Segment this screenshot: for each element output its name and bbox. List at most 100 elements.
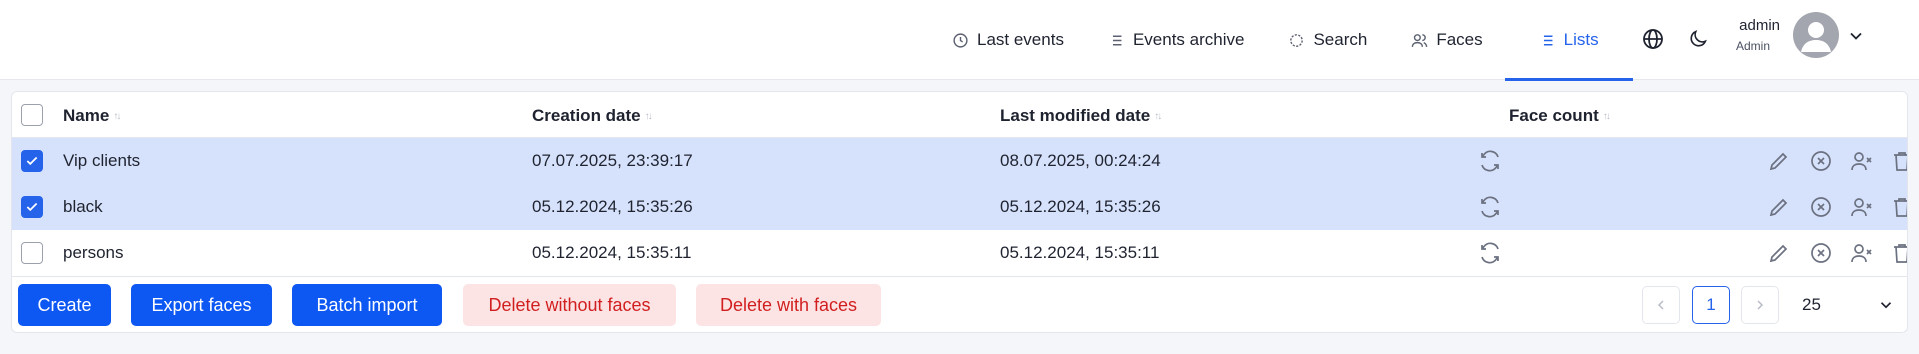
chevron-down-icon: [1880, 302, 1892, 309]
chevron-right-icon: [1757, 300, 1764, 310]
users-icon: [1412, 33, 1428, 47]
pencil-icon: [1769, 198, 1788, 217]
sort-icon: ↑↓: [113, 110, 121, 122]
sort-icon: ↑↓: [644, 110, 653, 122]
column-creation-date[interactable]: Creation date ↑↓: [532, 106, 653, 126]
sort-icon: ↑↓: [1602, 110, 1611, 122]
refresh-count-button[interactable]: [1478, 195, 1502, 219]
refresh-count-button[interactable]: [1478, 149, 1502, 173]
export-faces-button[interactable]: Export faces: [131, 284, 272, 326]
main-nav: Last events Events archive Search Faces …: [930, 0, 1633, 81]
delete-without-faces-button[interactable]: Delete without faces: [463, 284, 676, 326]
refresh-icon: [1481, 150, 1499, 172]
edit-button[interactable]: [1767, 149, 1791, 173]
clear-button[interactable]: [1809, 149, 1833, 173]
nav-lists[interactable]: Lists: [1504, 0, 1633, 81]
nav-label: Search: [1313, 30, 1368, 49]
delete-button[interactable]: [1890, 149, 1907, 173]
user-avatar-icon: [1801, 22, 1831, 52]
chevron-down-icon: [1850, 32, 1862, 40]
sort-icon: ↑↓: [1154, 110, 1162, 122]
target-icon: [1290, 33, 1304, 47]
row-checkbox[interactable]: [21, 150, 43, 172]
select-all-checkbox[interactable]: [21, 104, 43, 126]
user-role: Admin: [1735, 39, 1770, 53]
row-created: 05.12.2024, 15:35:11: [532, 243, 692, 262]
trash-icon: [1894, 244, 1907, 263]
clear-button[interactable]: [1809, 195, 1833, 219]
column-face-count[interactable]: Face count ↑↓: [1509, 106, 1611, 126]
nav-search[interactable]: Search: [1266, 0, 1389, 80]
page-size-value: 25: [1802, 295, 1821, 314]
divider: [12, 276, 1907, 277]
row-modified: 05.12.2024, 15:35:26: [1000, 197, 1161, 216]
row-created: 05.12.2024, 15:35:26: [532, 197, 693, 216]
refresh-icon: [1481, 196, 1499, 218]
delete-button[interactable]: [1890, 195, 1907, 219]
user-menu-chevron[interactable]: [1846, 26, 1866, 46]
nav-label: Events archive: [1132, 30, 1245, 49]
row-name: Vip clients: [63, 151, 141, 170]
top-bar: Last events Events archive Search Faces …: [0, 0, 1919, 81]
column-name[interactable]: Name ↑↓: [63, 106, 121, 126]
remove-faces-button[interactable]: [1850, 241, 1874, 265]
page-size-select[interactable]: 25: [1802, 286, 1907, 324]
nav-label: Last events: [977, 30, 1064, 49]
check-icon: [26, 202, 38, 212]
user-name: admin: [1739, 17, 1780, 34]
pencil-icon: [1769, 152, 1788, 171]
chevron-left-icon: [1657, 300, 1664, 310]
trash-icon: [1894, 198, 1907, 217]
close-circle-icon: [1811, 243, 1831, 263]
close-circle-icon: [1811, 197, 1831, 217]
remove-faces-button[interactable]: [1850, 149, 1874, 173]
edit-button[interactable]: [1767, 195, 1791, 219]
refresh-count-button[interactable]: [1478, 241, 1502, 265]
create-button[interactable]: Create: [18, 284, 111, 326]
column-label: Last modified date: [1000, 106, 1151, 125]
list-icon: [1543, 35, 1553, 45]
next-page-button[interactable]: [1741, 286, 1779, 324]
table-row[interactable]: persons 05.12.2024, 15:35:11 05.12.2024,…: [12, 230, 1907, 276]
language-button[interactable]: [1638, 24, 1668, 54]
prev-page-button[interactable]: [1642, 286, 1680, 324]
nav-label: Faces: [1436, 30, 1483, 49]
table-row[interactable]: black 05.12.2024, 15:35:26 05.12.2024, 1…: [12, 184, 1907, 230]
column-last-modified-date[interactable]: Last modified date ↑↓: [1000, 106, 1162, 126]
list-icon: [1112, 35, 1122, 45]
delete-with-faces-button[interactable]: Delete with faces: [696, 284, 881, 326]
row-modified: 08.07.2025, 00:24:24: [1000, 151, 1161, 170]
delete-button[interactable]: [1890, 241, 1907, 265]
column-label: Creation date: [532, 106, 641, 125]
row-created: 07.07.2025, 23:39:17: [532, 151, 693, 170]
column-label: Name: [63, 106, 110, 125]
row-name: black: [63, 197, 103, 216]
table-row[interactable]: Vip clients 07.07.2025, 23:39:17 08.07.2…: [12, 138, 1907, 184]
globe-icon: [1643, 29, 1663, 49]
close-circle-icon: [1811, 151, 1831, 171]
check-icon: [26, 156, 38, 166]
user-remove-icon: [1851, 198, 1872, 217]
nav-last-events[interactable]: Last events: [930, 0, 1086, 80]
user-info: admin Admin: [1680, 16, 1780, 54]
nav-faces[interactable]: Faces: [1389, 0, 1504, 80]
clock-icon: [953, 32, 968, 48]
trash-icon: [1894, 152, 1907, 171]
remove-faces-button[interactable]: [1850, 195, 1874, 219]
user-remove-icon: [1851, 244, 1872, 263]
page-1-button[interactable]: 1: [1692, 286, 1730, 324]
row-checkbox[interactable]: [21, 242, 43, 264]
pencil-icon: [1769, 244, 1788, 263]
avatar[interactable]: [1793, 12, 1839, 58]
clear-button[interactable]: [1809, 241, 1833, 265]
column-label: Face count: [1509, 106, 1599, 125]
batch-import-button[interactable]: Batch import: [292, 284, 442, 326]
row-checkbox[interactable]: [21, 196, 43, 218]
user-remove-icon: [1851, 152, 1872, 171]
table-header: Name ↑↓ Creation date ↑↓ Last modified dat…: [12, 92, 1907, 138]
lists-table-card: Name ↑↓ Creation date ↑↓ Last modified dat…: [11, 91, 1908, 333]
nav-events-archive[interactable]: Events archive: [1086, 0, 1267, 80]
row-name: persons: [63, 243, 124, 262]
edit-button[interactable]: [1767, 241, 1791, 265]
row-modified: 05.12.2024, 15:35:11: [1000, 243, 1160, 262]
